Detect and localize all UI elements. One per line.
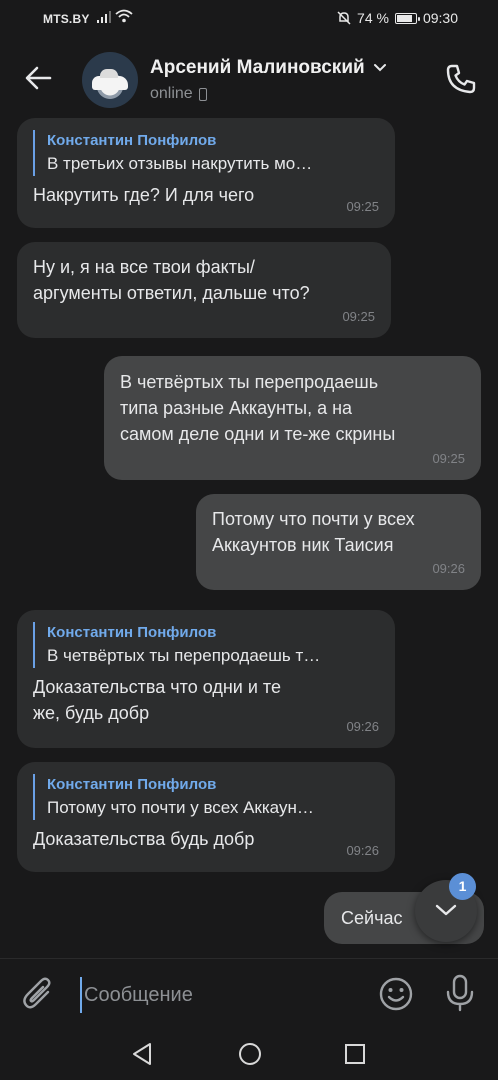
status-bar: MTS.BY 74 % 09:30 <box>0 0 498 40</box>
reply-text: В четвёртых ты перепродаешь т… <box>47 646 321 665</box>
chat-header: Арсений Малиновский online <box>0 40 498 118</box>
nav-recents-icon[interactable] <box>344 1043 366 1065</box>
reply-quote[interactable]: Константин Понфилов В третьих отзывы нак… <box>33 130 379 176</box>
message-text: аргументы ответил, дальше что? <box>33 283 310 303</box>
signal-icon <box>97 11 111 23</box>
message-text: Аккаунтов ник Таисия <box>212 535 394 555</box>
unread-badge: 1 <box>449 873 476 900</box>
message-bubble-5[interactable]: Константин Понфилов В четвёртых ты переп… <box>17 610 395 748</box>
nav-back-icon[interactable] <box>131 1042 153 1066</box>
message-text: же, будь добр <box>33 703 150 723</box>
avatar[interactable] <box>82 52 138 108</box>
message-bubble-6[interactable]: Константин Понфилов Потому что почти у в… <box>17 762 395 872</box>
message-input[interactable] <box>80 977 360 1013</box>
clock: 09:30 <box>422 10 458 26</box>
online-status: online <box>150 85 193 102</box>
reply-author: Константин Понфилов <box>47 776 217 793</box>
message-bubble-4[interactable]: Потому что почти у всех Аккаунтов ник Та… <box>196 494 481 590</box>
back-arrow-icon[interactable] <box>22 62 54 94</box>
reply-quote[interactable]: Константин Понфилов В четвёртых ты переп… <box>33 622 379 668</box>
message-time: 09:25 <box>346 199 379 214</box>
composer <box>0 958 498 1028</box>
message-time: 09:26 <box>346 843 379 858</box>
message-time: 09:25 <box>342 309 375 324</box>
message-text: Доказательства будь добр <box>33 829 255 849</box>
contact-status: online <box>150 85 207 103</box>
emoji-icon[interactable] <box>378 976 414 1012</box>
carrier-label: MTS.BY <box>43 12 90 26</box>
battery-icon <box>394 12 420 24</box>
message-text: Накрутить где? И для чего <box>33 185 255 205</box>
message-time: 09:26 <box>346 719 379 734</box>
contact-name[interactable]: Арсений Малиновский <box>150 57 387 79</box>
message-text: Доказательства что одни и те <box>33 677 281 697</box>
message-text: В четвёртых ты перепродаешь <box>120 372 379 392</box>
reply-text: Потому что почти у всех Аккаун… <box>47 798 314 817</box>
contact-name-text: Арсений Малиновский <box>150 57 365 78</box>
reply-author: Константин Понфилов <box>47 132 217 149</box>
nav-home-icon[interactable] <box>238 1042 262 1066</box>
message-text: Ну и, я на все твои факты/ <box>33 257 255 277</box>
message-text: Потому что почти у всех <box>212 509 415 529</box>
reply-author: Константин Понфилов <box>47 624 217 641</box>
mobile-device-icon <box>198 87 207 101</box>
attach-icon[interactable] <box>22 977 56 1013</box>
wifi-icon <box>115 9 133 23</box>
battery-percent: 74 % <box>357 10 389 26</box>
reply-quote[interactable]: Константин Понфилов Потому что почти у в… <box>33 774 379 820</box>
message-time: 09:26 <box>432 561 465 576</box>
message-bubble-2[interactable]: Ну и, я на все твои факты/ аргументы отв… <box>17 242 391 338</box>
phone-call-icon[interactable] <box>444 62 478 96</box>
reply-text: В третьих отзывы накрутить мо… <box>47 154 313 173</box>
microphone-icon[interactable] <box>445 974 475 1012</box>
message-text: самом деле одни и те-же скрины <box>120 424 396 444</box>
message-bubble-3[interactable]: В четвёртых ты перепродаешь типа разные … <box>104 356 481 480</box>
chevron-down-icon <box>373 64 386 72</box>
message-bubble-1[interactable]: Константин Понфилов В третьих отзывы нак… <box>17 118 395 228</box>
message-text: типа разные Аккаунты, а на <box>120 398 353 418</box>
chevron-down-icon <box>435 904 457 916</box>
car-image <box>92 69 128 90</box>
system-navigation-bar <box>0 1028 498 1080</box>
message-time: 09:25 <box>432 451 465 466</box>
silent-icon <box>337 11 351 25</box>
status-right: 74 % 09:30 <box>337 10 458 26</box>
